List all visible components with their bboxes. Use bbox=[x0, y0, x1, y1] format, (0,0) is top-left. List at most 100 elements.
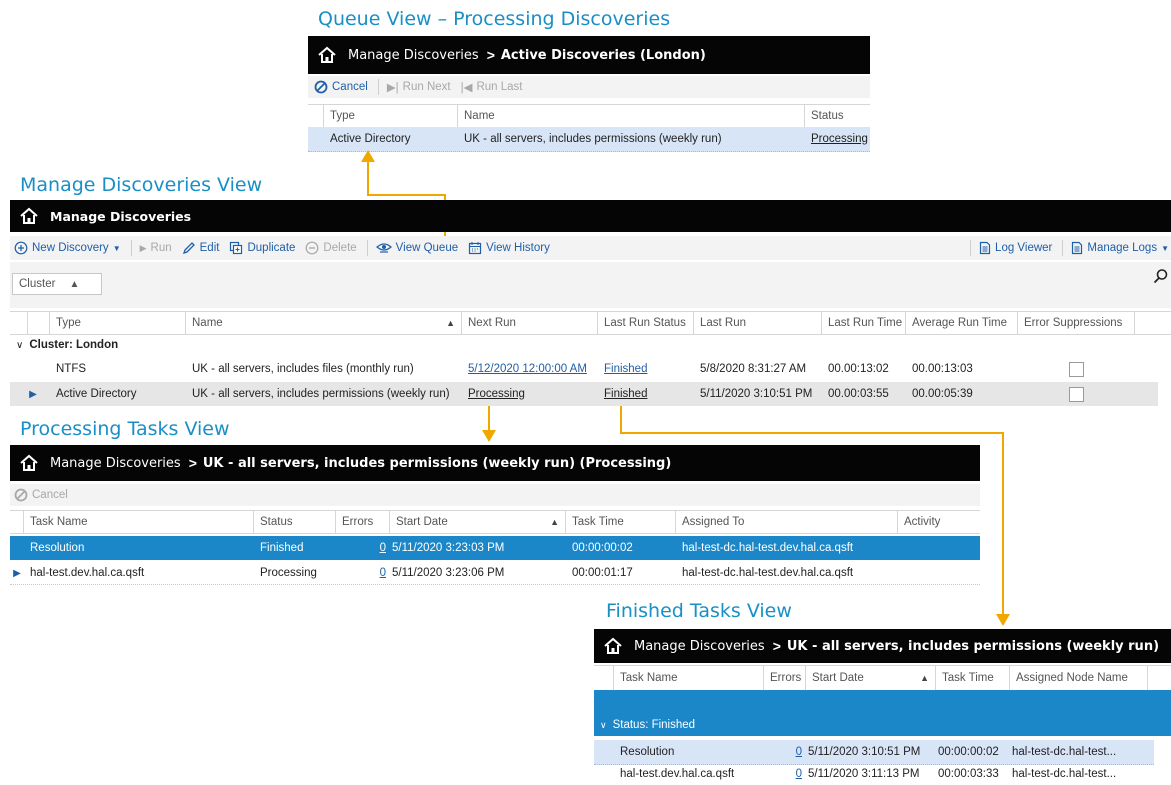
errors-link[interactable]: 0 bbox=[796, 746, 802, 758]
breadcrumb-manage-discoveries[interactable]: Manage Discoveries bbox=[634, 639, 765, 654]
toolbar-divider bbox=[366, 240, 368, 256]
row-expand-arrow-icon[interactable]: ▶ bbox=[10, 562, 24, 584]
chevron-down-icon[interactable]: ∨ bbox=[16, 340, 23, 351]
column-header-last-run[interactable]: Last Run bbox=[694, 312, 822, 334]
column-header-activity[interactable]: Activity bbox=[898, 511, 980, 533]
column-header-errors[interactable]: Errors bbox=[336, 511, 390, 533]
breadcrumb-manage-discoveries[interactable]: Manage Discoveries bbox=[50, 456, 181, 471]
column-header-status[interactable]: Status bbox=[254, 511, 336, 533]
column-header-type[interactable]: Type bbox=[50, 312, 186, 334]
cell-task-name: hal-test.dev.hal.ca.qsft bbox=[30, 567, 145, 579]
column-header-start-date[interactable]: Start Date ▲ bbox=[390, 511, 566, 533]
view-queue-button[interactable]: View Queue bbox=[375, 241, 459, 255]
connector-arrow-icon bbox=[482, 430, 496, 442]
run-button[interactable]: ▶ Run bbox=[140, 242, 172, 254]
group-chip-label: Cluster bbox=[19, 278, 56, 290]
cell-start-date: 5/11/2020 3:23:06 PM bbox=[392, 567, 505, 579]
log-viewer-button[interactable]: Log Viewer bbox=[979, 241, 1052, 255]
group-panel bbox=[10, 262, 1171, 308]
table-row[interactable]: NTFS UK - all servers, includes files (m… bbox=[10, 359, 1171, 379]
search-icon[interactable] bbox=[1153, 268, 1169, 284]
column-header-assigned-node-name[interactable]: Assigned Node Name bbox=[1010, 666, 1148, 690]
next-run-link[interactable]: Processing bbox=[468, 388, 525, 400]
next-run-link[interactable]: 5/12/2020 12:00:00 AM bbox=[468, 363, 587, 375]
column-header-type[interactable]: Type bbox=[324, 105, 458, 127]
toolbar-divider bbox=[1062, 240, 1064, 256]
column-header-assigned-to[interactable]: Assigned To bbox=[676, 511, 898, 533]
view-history-label: View History bbox=[486, 242, 550, 254]
column-header-average-run-time[interactable]: Average Run Time bbox=[906, 312, 1018, 334]
manage-logs-button[interactable]: Manage Logs ▼ bbox=[1071, 241, 1169, 255]
plus-circle-icon bbox=[14, 241, 28, 255]
column-header-task-time[interactable]: Task Time bbox=[936, 666, 1010, 690]
group-chip-cluster[interactable]: Cluster ▲ bbox=[12, 273, 102, 295]
breadcrumb-current: Active Discoveries (London) bbox=[500, 47, 706, 63]
column-header-next-run[interactable]: Next Run bbox=[462, 312, 598, 334]
group-row-cluster[interactable]: ∨ Cluster: London bbox=[10, 335, 1171, 355]
cell-task-name: hal-test.dev.hal.ca.qsft bbox=[620, 768, 735, 780]
status-link[interactable]: Processing bbox=[811, 133, 868, 145]
table-row[interactable]: ▶ Active Directory UK - all servers, inc… bbox=[10, 382, 1158, 406]
view-history-button[interactable]: View History bbox=[468, 241, 550, 255]
cell-name: UK - all servers, includes permissions (… bbox=[464, 133, 722, 145]
breadcrumb-manage-discoveries[interactable]: Manage Discoveries bbox=[348, 48, 479, 63]
table-row[interactable]: hal-test.dev.hal.ca.qsft 0 5/11/2020 3:1… bbox=[594, 764, 1154, 784]
cell-last-run: 5/11/2020 3:10:51 PM bbox=[700, 388, 813, 400]
view-queue-label: View Queue bbox=[395, 242, 459, 254]
column-header-task-name[interactable]: Task Name bbox=[614, 666, 764, 690]
group-row-status-finished[interactable]: ∨ Status: Finished bbox=[594, 690, 1171, 736]
table-row[interactable]: Resolution Finished 0 5/11/2020 3:23:03 … bbox=[10, 536, 980, 560]
minus-circle-icon bbox=[306, 241, 319, 255]
run-last-button[interactable]: |◀ Run Last bbox=[461, 80, 523, 94]
column-header-start-date[interactable]: Start Date ▲ bbox=[806, 666, 936, 690]
edit-button[interactable]: Edit bbox=[182, 241, 220, 255]
cancel-icon bbox=[314, 80, 328, 94]
duplicate-button[interactable]: Duplicate bbox=[229, 241, 295, 255]
processing-toolbar: Cancel bbox=[10, 484, 980, 506]
processing-view-title: Processing Tasks View bbox=[20, 418, 230, 440]
table-row[interactable]: Resolution 0 5/11/2020 3:10:51 PM 00:00:… bbox=[594, 740, 1154, 765]
column-header-error-suppressions[interactable]: Error Suppressions bbox=[1018, 312, 1135, 334]
column-header-errors[interactable]: Errors bbox=[764, 666, 806, 690]
new-discovery-button[interactable]: New Discovery ▼ bbox=[14, 241, 121, 255]
error-suppressions-checkbox[interactable] bbox=[1069, 386, 1084, 402]
column-header-last-run-time[interactable]: Last Run Time bbox=[822, 312, 906, 334]
column-header-name[interactable]: Name ▲ bbox=[186, 312, 462, 334]
column-header-name[interactable]: Name bbox=[458, 105, 805, 127]
view-queue-icon bbox=[375, 243, 392, 253]
table-row[interactable]: Active Directory UK - all servers, inclu… bbox=[308, 127, 870, 152]
column-header-task-time[interactable]: Task Time bbox=[566, 511, 676, 533]
delete-button[interactable]: Delete bbox=[305, 241, 357, 255]
home-icon[interactable] bbox=[18, 452, 40, 474]
processing-breadcrumb-bar: Manage Discoveries > UK - all servers, i… bbox=[10, 445, 980, 481]
cell-task-name: Resolution bbox=[620, 746, 675, 758]
manage-table-header: Type Name ▲ Next Run Last Run Status Last… bbox=[10, 311, 1171, 335]
manage-toolbar: New Discovery ▼ ▶ Run Edit Duplicate Del… bbox=[10, 236, 1171, 260]
cancel-button[interactable]: Cancel bbox=[314, 80, 368, 94]
manage-view-title: Manage Discoveries View bbox=[20, 174, 263, 196]
row-expand-arrow-icon[interactable]: ▶ bbox=[10, 382, 50, 406]
home-icon[interactable] bbox=[602, 635, 624, 657]
run-label: Run bbox=[150, 242, 172, 254]
errors-link[interactable]: 0 bbox=[796, 768, 802, 780]
column-header-task-name[interactable]: Task Name bbox=[24, 511, 254, 533]
delete-label: Delete bbox=[323, 242, 357, 254]
home-icon[interactable] bbox=[18, 205, 40, 227]
table-row[interactable]: ▶ hal-test.dev.hal.ca.qsft Processing 0 … bbox=[10, 562, 980, 585]
home-icon[interactable] bbox=[316, 44, 338, 66]
errors-link[interactable]: 0 bbox=[380, 542, 386, 554]
column-header-status[interactable]: Status bbox=[805, 105, 870, 127]
errors-link[interactable]: 0 bbox=[380, 567, 386, 579]
edit-label: Edit bbox=[199, 242, 220, 254]
cell-status: Processing bbox=[260, 567, 317, 579]
chevron-down-icon[interactable]: ∨ bbox=[600, 720, 607, 731]
last-run-status-link[interactable]: Finished bbox=[604, 388, 647, 400]
calendar-icon bbox=[469, 242, 482, 255]
last-run-status-link[interactable]: Finished bbox=[604, 363, 647, 375]
run-next-button[interactable]: ▶| Run Next bbox=[387, 80, 451, 94]
cell-assigned-to: hal-test-dc.hal-test.dev.hal.ca.qsft bbox=[682, 567, 854, 579]
sort-ascending-icon: ▲ bbox=[920, 673, 929, 683]
cancel-button[interactable]: Cancel bbox=[14, 488, 68, 502]
error-suppressions-checkbox[interactable] bbox=[1069, 361, 1084, 377]
column-header-last-run-status[interactable]: Last Run Status bbox=[598, 312, 694, 334]
